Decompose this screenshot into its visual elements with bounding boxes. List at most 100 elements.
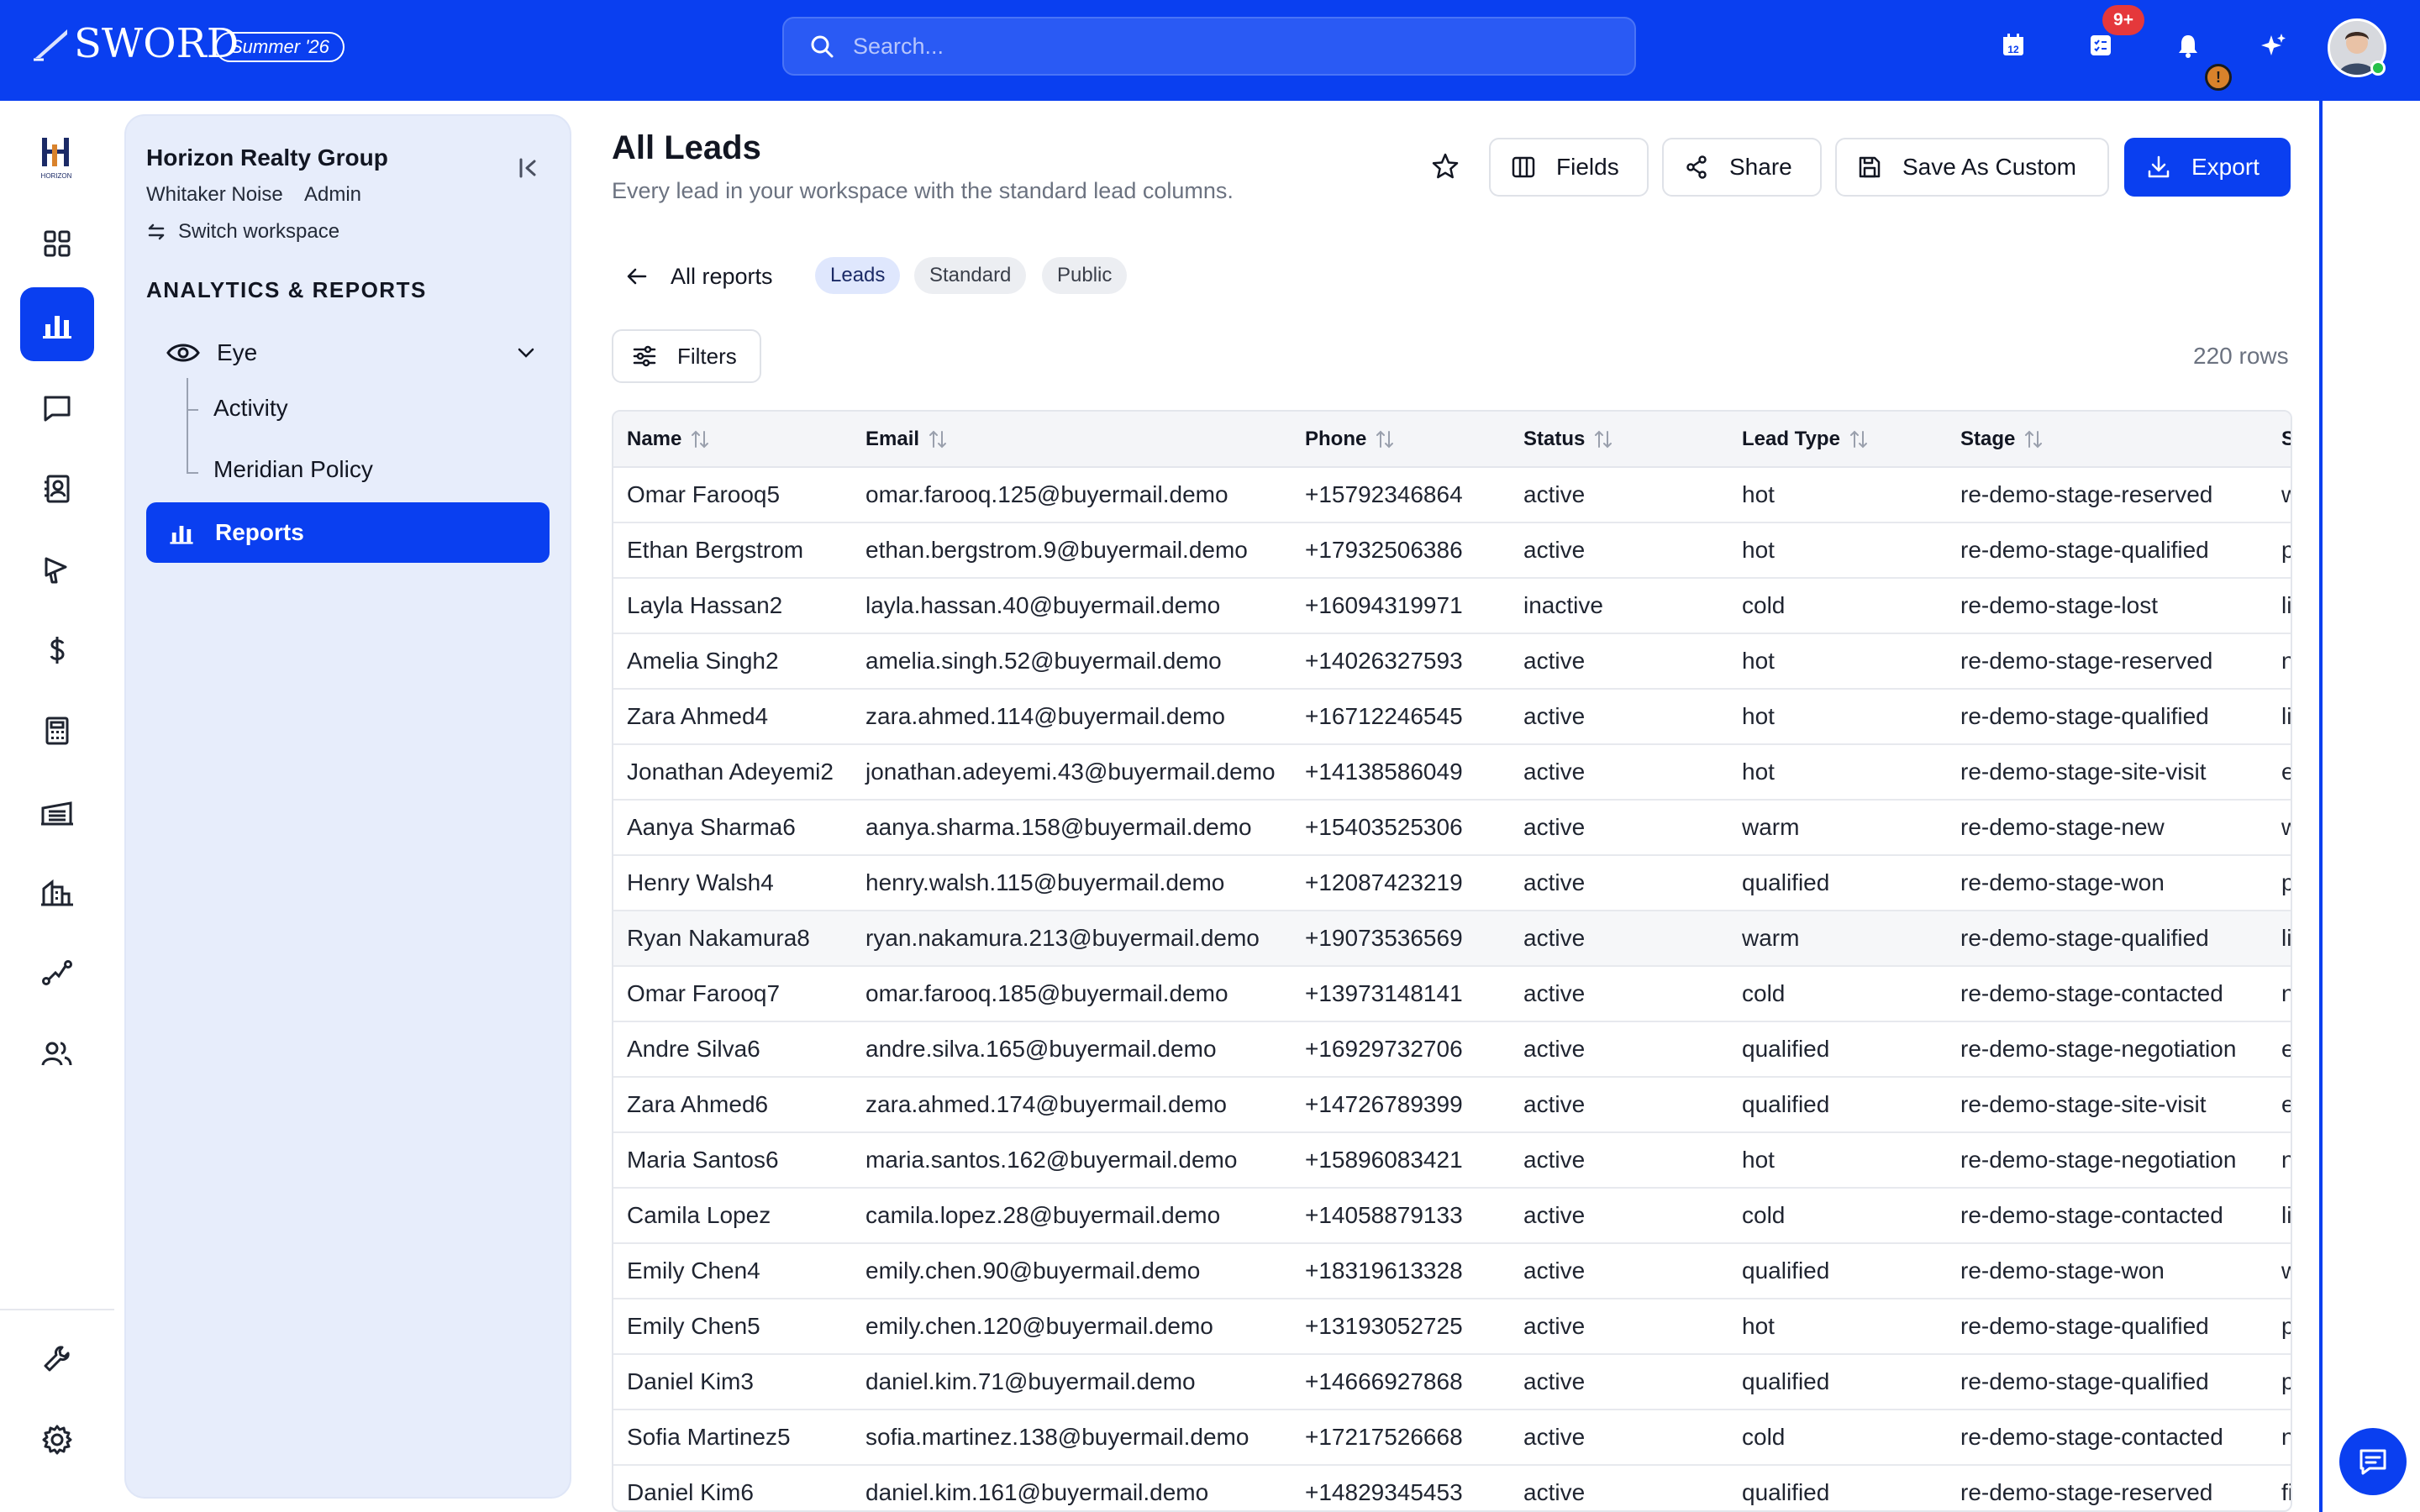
back-to-reports-link[interactable]: All reports [625,257,773,296]
section-title: ANALYTICS & REPORTS [146,277,427,302]
table-cell: active [1510,911,1728,967]
table-cell: fi [2268,1465,2291,1510]
column-header[interactable]: Stage [1947,412,2268,468]
rail-properties[interactable] [20,855,94,929]
table-row[interactable]: Maria Santos6 maria.santos.162@buyermail.… [613,1132,2291,1189]
rail-campaigns[interactable] [20,533,94,606]
table-row[interactable]: Jonathan Adeyemi2 jonathan.adeyemi.43@buy… [613,744,2291,801]
favorite-button[interactable] [1428,150,1462,183]
table-cell: Omar Farooq7 [613,966,852,1022]
messages-icon [44,396,71,422]
share-button[interactable]: Share [1662,138,1822,197]
table-cell: re-demo-stage-reserved [1947,467,2268,523]
table-row[interactable]: Amelia Singh2 amelia.singh.52@buyermail.d… [613,633,2291,690]
sort-icon[interactable] [690,428,710,450]
table-row[interactable]: Emily Chen4 emily.chen.90@buyermail.demo +… [613,1243,2291,1299]
sidebar-item-reports[interactable]: Reports [146,502,550,563]
switch-workspace-link[interactable]: Switch workspace [146,220,339,244]
sort-icon[interactable] [928,428,948,450]
table-header-row: Name Email Phone Status Lead Type Stage S [613,412,2291,468]
rail-dashboard[interactable] [20,207,94,281]
rail-team[interactable] [20,1016,94,1090]
rail-pipeline[interactable] [20,936,94,1010]
search-input[interactable] [853,33,1609,60]
export-button-label: Export [2191,154,2260,180]
rail-messages[interactable] [20,371,94,445]
table-row[interactable]: Henry Walsh4 henry.walsh.115@buyermail.de… [613,855,2291,911]
collapse-sidebar-button[interactable] [513,153,543,183]
column-header[interactable]: Lead Type [1728,412,1947,468]
table-cell: +16094319971 [1292,578,1510,634]
swap-icon [148,223,165,240]
table-cell: emily.chen.120@buyermail.demo [852,1299,1292,1355]
table-row[interactable]: Andre Silva6 andre.silva.165@buyermail.de… [613,1021,2291,1078]
table-cell: omar.farooq.185@buyermail.demo [852,966,1292,1022]
table-cell: p [2268,1299,2291,1355]
table-row[interactable]: Camila Lopez camila.lopez.28@buyermail.de… [613,1188,2291,1244]
bell-icon[interactable] [2171,29,2205,62]
table-cell: Layla Hassan2 [613,578,852,634]
rail-tools[interactable] [20,1322,94,1396]
column-header[interactable]: Name [613,412,852,468]
rail-reports[interactable] [20,287,94,361]
sidebar-item-meridian-policy[interactable]: Meridian Policy [213,456,373,483]
filters-button[interactable]: Filters [612,329,761,383]
table-cell: e [2268,1021,2291,1078]
workspace-logo-text: HORIZON [41,172,72,180]
fields-button[interactable]: Fields [1489,138,1649,197]
chat-button[interactable] [2339,1428,2407,1495]
rail-warehouse[interactable] [20,774,94,848]
table-row[interactable]: Aanya Sharma6 aanya.sharma.158@buyermail.… [613,800,2291,856]
rail-contacts[interactable] [20,452,94,526]
calendar-icon[interactable]: 12 [1996,29,2030,62]
table-row[interactable]: Sofia Martinez5 sofia.martinez.138@buyerm… [613,1410,2291,1466]
table-cell: camila.lopez.28@buyermail.demo [852,1188,1292,1244]
table-row[interactable]: Layla Hassan2 layla.hassan.40@buyermail.d… [613,578,2291,634]
table-cell: n [2268,966,2291,1022]
table-row[interactable]: Zara Ahmed6 zara.ahmed.174@buyermail.demo… [613,1077,2291,1133]
table-row[interactable]: Zara Ahmed4 zara.ahmed.114@buyermail.demo… [613,689,2291,745]
column-header[interactable]: Phone [1292,412,1510,468]
table-cell: hot [1728,522,1947,579]
rail-finance[interactable] [20,613,94,687]
table-cell: p [2268,1354,2291,1410]
sidebar-group-eye[interactable]: Eye [166,328,553,378]
table-cell: active [1510,800,1728,856]
table-cell: active [1510,1410,1728,1466]
table-cell: ryan.nakamura.213@buyermail.demo [852,911,1292,967]
column-header[interactable]: Status [1510,412,1728,468]
sparkle-icon[interactable] [2257,29,2291,62]
rail-settings[interactable] [20,1403,94,1477]
table-cell: hot [1728,744,1947,801]
column-header[interactable]: Email [852,412,1292,468]
table-cell: omar.farooq.125@buyermail.demo [852,467,1292,523]
export-button[interactable]: Export [2124,138,2291,197]
table-cell: re-demo-stage-qualified [1947,689,2268,745]
global-search[interactable] [782,17,1636,76]
table-row[interactable]: Daniel Kim6 daniel.kim.161@buyermail.demo… [613,1465,2291,1510]
table-cell: Omar Farooq5 [613,467,852,523]
rail-calculator[interactable] [20,694,94,768]
table-row[interactable]: Ryan Nakamura8 ryan.nakamura.213@buyermai… [613,911,2291,967]
sidebar-item-activity[interactable]: Activity [213,395,288,422]
table-row[interactable]: Omar Farooq7 omar.farooq.185@buyermail.de… [613,966,2291,1022]
brand-logo[interactable]: SWORD [32,18,239,69]
column-header[interactable]: S [2268,412,2291,468]
save-as-custom-button[interactable]: Save As Custom [1835,138,2109,197]
table-row[interactable]: Emily Chen5 emily.chen.120@buyermail.demo… [613,1299,2291,1355]
sort-icon[interactable] [2023,428,2044,450]
table-row[interactable]: Omar Farooq5 omar.farooq.125@buyermail.de… [613,467,2291,523]
table-cell: qualified [1728,1077,1947,1133]
table-cell: ethan.bergstrom.9@buyermail.demo [852,522,1292,579]
sort-icon[interactable] [1593,428,1613,450]
svg-text:12: 12 [2007,44,2019,55]
table-row[interactable]: Daniel Kim3 daniel.kim.71@buyermail.demo +… [613,1354,2291,1410]
table-row[interactable]: Ethan Bergstrom ethan.bergstrom.9@buyerma… [613,522,2291,579]
table-cell: w [2268,1243,2291,1299]
workspace-name: Horizon Realty Group [146,144,388,171]
sort-icon[interactable] [1375,428,1395,450]
workspace-logo[interactable]: HORIZON [29,133,84,185]
sort-icon[interactable] [1849,428,1869,450]
table-cell: warm [1728,911,1947,967]
table-body: Omar Farooq5 omar.farooq.125@buyermail.de… [613,467,2291,1510]
